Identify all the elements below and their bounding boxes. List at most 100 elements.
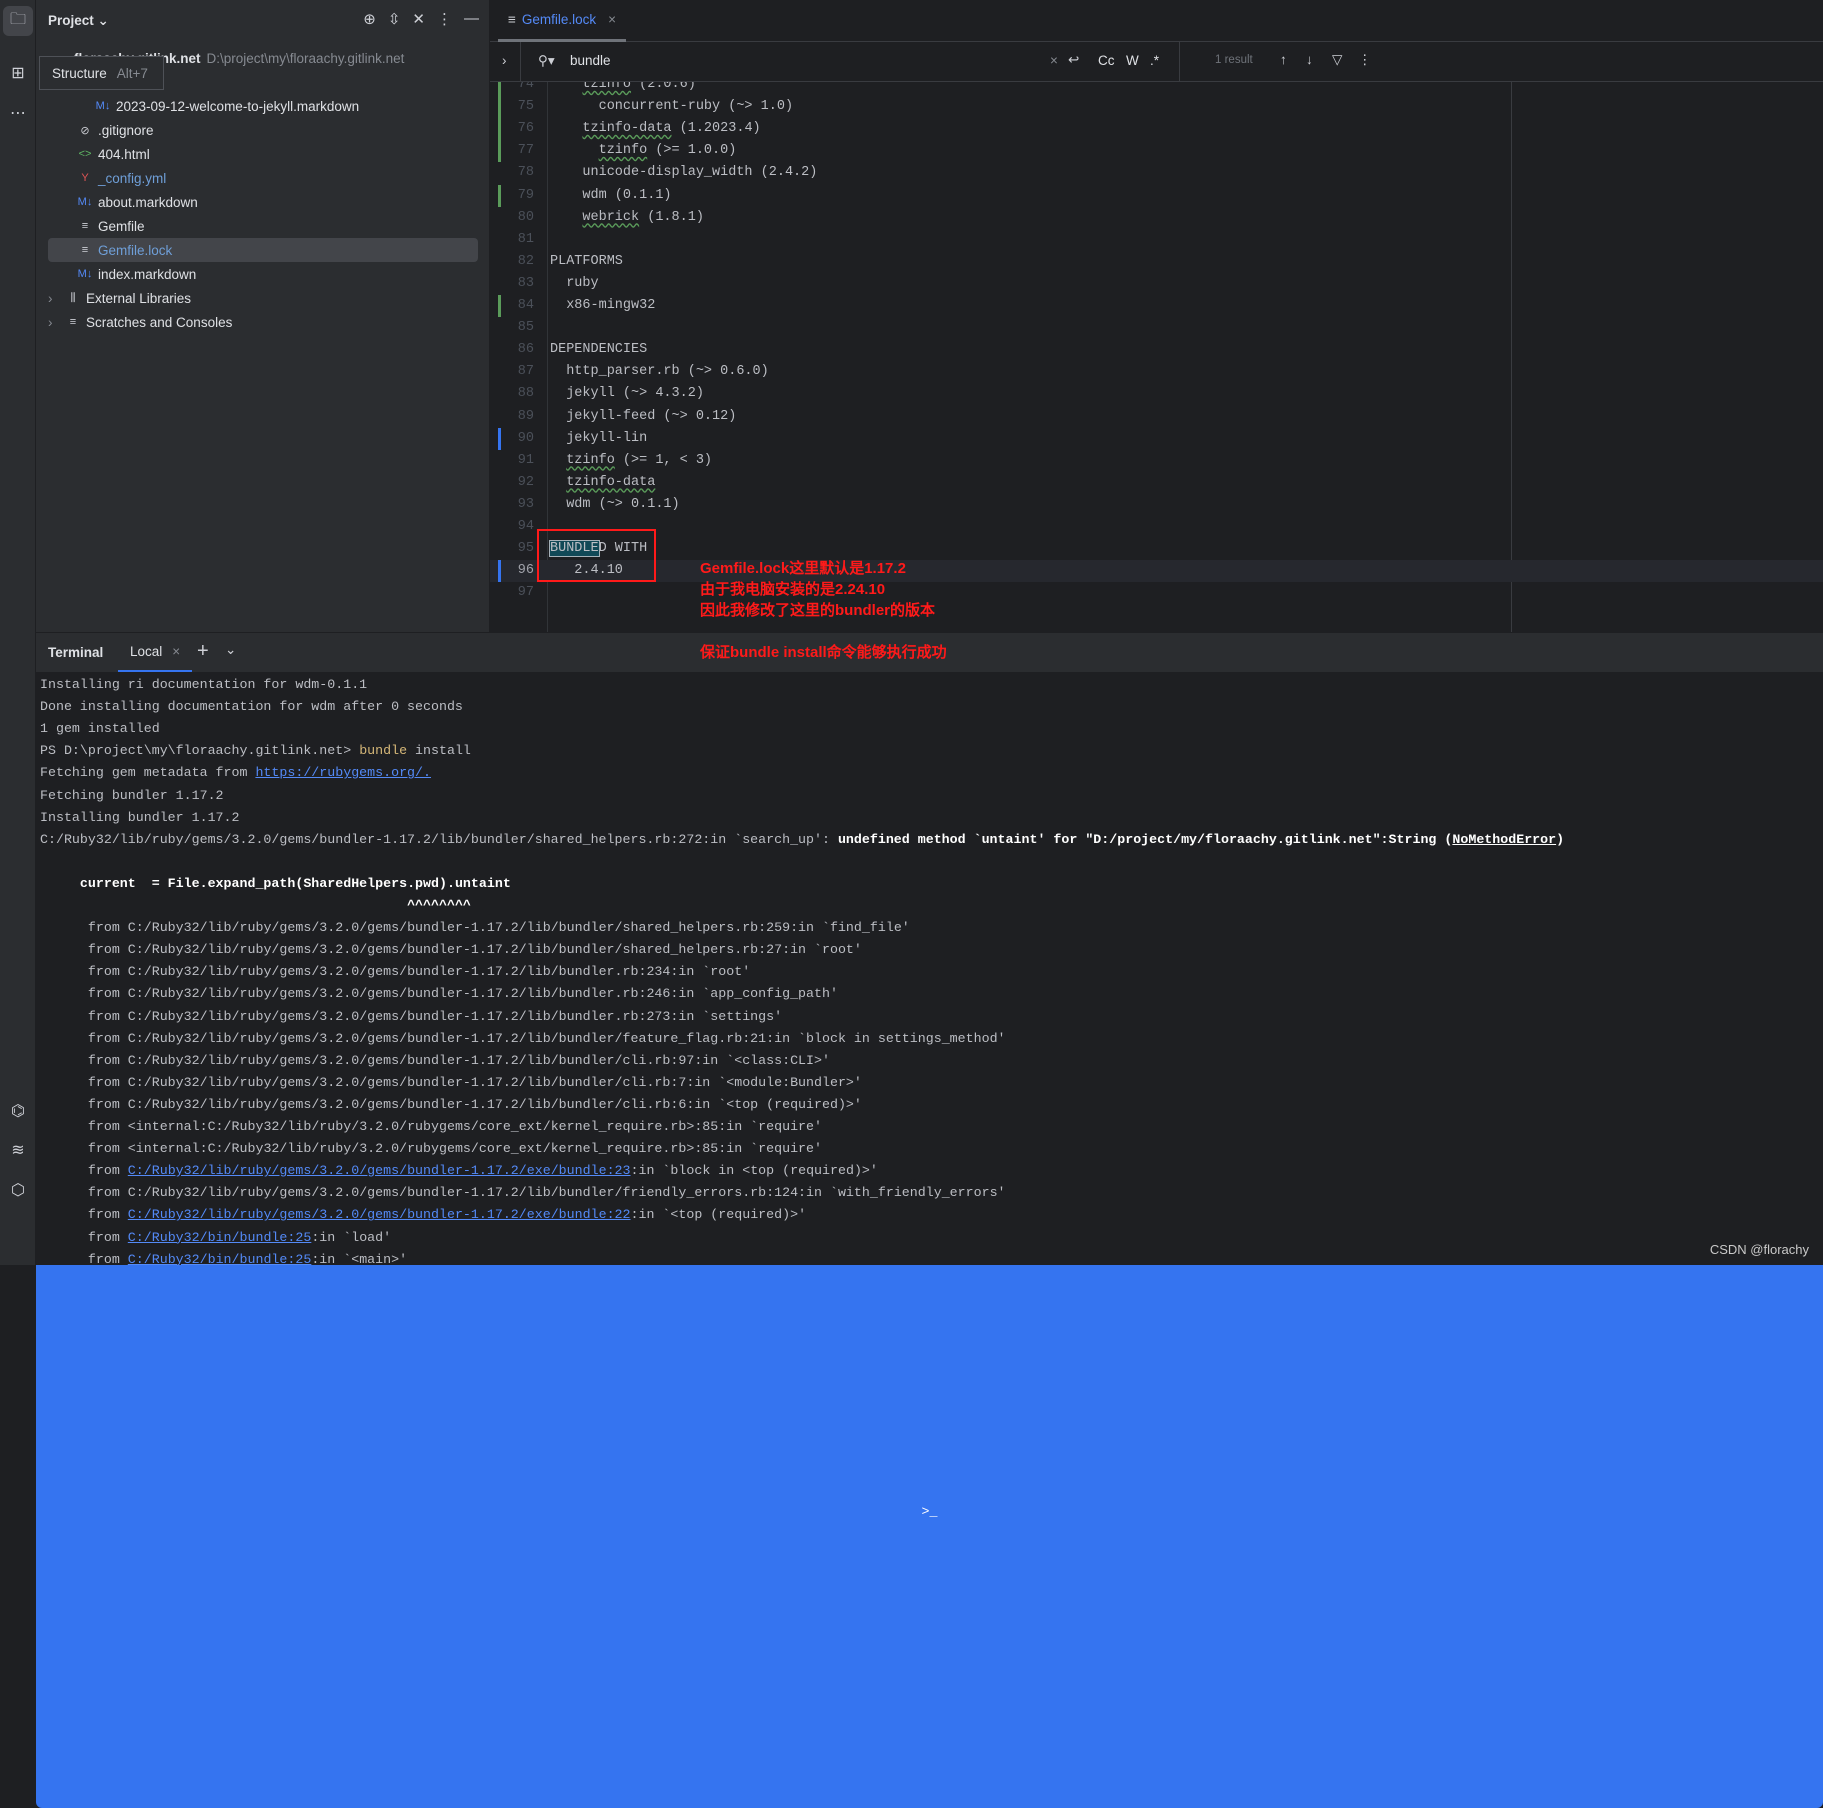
text-segment: Fetching gem metadata from	[40, 765, 256, 781]
code-line[interactable]: 85	[490, 317, 1823, 339]
tree-item[interactable]: M↓ index.markdown	[48, 262, 478, 286]
search-icon[interactable]: ⚲▾	[538, 53, 555, 69]
terminal-line: Fetching bundler 1.17.2	[40, 785, 224, 807]
annotation-box	[537, 529, 656, 582]
terminal-output[interactable]: Installing ri documentation for wdm-0.1.…	[36, 672, 1823, 1267]
match-case-toggle[interactable]: Cc	[1098, 53, 1115, 68]
text-segment: (>= 1.0.0)	[647, 143, 737, 159]
regex-toggle[interactable]: .*	[1150, 53, 1159, 68]
code-text: tzinfo-data (1.2023.4)	[550, 118, 761, 140]
line-number: 75	[517, 99, 534, 115]
code-line[interactable]: 76 tzinfo-data (1.2023.4)	[490, 118, 1823, 141]
code-line[interactable]: 89 jekyll-feed (~> 0.12)	[490, 406, 1823, 428]
code-line[interactable]: 87 http_parser.rb (~> 0.6.0)	[490, 361, 1823, 383]
code-line[interactable]: 97	[490, 582, 1823, 604]
text-segment	[550, 475, 566, 490]
code-line[interactable]: 84 x86-mingw32	[490, 295, 1823, 317]
code-line[interactable]: 94	[490, 516, 1823, 538]
code-line[interactable]: 88 jekyll (~> 4.3.2)	[490, 383, 1823, 405]
tab-local[interactable]: Local ×	[118, 633, 193, 673]
code-line[interactable]: 91 tzinfo (>= 1, < 3)	[490, 450, 1823, 472]
tree-item[interactable]: M↓ 2023-09-12-welcome-to-jekyll.markdown	[48, 94, 478, 118]
more-icon[interactable]: ⋯	[3, 98, 33, 128]
tab-gemfile-lock[interactable]: ≡ Gemfile.lock ×	[498, 0, 627, 42]
terminal-link[interactable]: https://rubygems.org/.	[255, 765, 431, 780]
locate-icon[interactable]: ⊕	[363, 10, 376, 28]
code-line[interactable]: 83 ruby	[490, 273, 1823, 295]
text-segment: 1 gem installed	[40, 721, 160, 737]
options-icon[interactable]: ⋮	[437, 10, 452, 28]
code-line[interactable]: 82 PLATFORMS	[490, 251, 1823, 273]
tree-item[interactable]: › ⫼ External Libraries	[48, 286, 478, 310]
code-editor[interactable]: 74 tzinfo (2.0.6) 75 concurrent-ruby (~> …	[490, 82, 1823, 632]
chevron-right-icon[interactable]: ›	[48, 291, 64, 306]
expand-replace-icon[interactable]: ›	[502, 53, 507, 68]
text-segment: from <internal:C:/Ruby32/lib/ruby/3.2.0/…	[40, 1119, 822, 1134]
tree-item[interactable]: › ≡ Scratches and Consoles	[48, 310, 478, 334]
code-line[interactable]: 81	[490, 229, 1823, 251]
terminal-link[interactable]: C:/Ruby32/lib/ruby/gems/3.2.0/gems/bundl…	[128, 1163, 631, 1178]
tree-item[interactable]: M↓ about.markdown	[48, 190, 478, 214]
clear-search-icon[interactable]: ×	[1050, 53, 1058, 68]
text-segment: install	[407, 743, 471, 759]
tree-item[interactable]: ≡ Gemfile	[48, 214, 478, 238]
code-line[interactable]: 74 tzinfo (2.0.6)	[490, 82, 1823, 96]
python-icon[interactable]: ⌬	[3, 1096, 33, 1126]
tree-item[interactable]: ≡ Gemfile.lock	[48, 238, 478, 262]
project-title[interactable]: Project ⌄	[48, 13, 109, 29]
collapse-all-icon[interactable]: ✕	[412, 10, 425, 28]
code-line[interactable]: 96 2.4.10	[490, 560, 1823, 583]
structure-icon[interactable]: ⊞	[3, 58, 33, 88]
text-segment: PS D:\project\my\floraachy.gitlink.net>	[40, 743, 360, 759]
text-segment: from C:/Ruby32/lib/ruby/gems/3.2.0/gems/…	[40, 964, 751, 980]
text-segment: (1.2023.4)	[671, 121, 761, 137]
tree-item[interactable]: Y _config.yml	[48, 166, 478, 190]
terminal-link[interactable]: C:/Ruby32/lib/ruby/gems/3.2.0/gems/bundl…	[128, 1207, 631, 1222]
terminal-link[interactable]: C:/Ruby32/bin/bundle:25	[128, 1230, 312, 1245]
more-options-icon[interactable]: ⋮	[1358, 52, 1372, 68]
folder-icon[interactable]: 🗀	[3, 6, 33, 36]
code-line[interactable]: 95 BUNDLED WITH	[490, 538, 1823, 560]
project-panel: Project ⌄ ⊕ ⇳ ✕ ⋮ — floraachy.gitlink.ne…	[36, 0, 490, 632]
previous-occurrence-icon[interactable]: ↑	[1280, 52, 1287, 67]
terminal-line: 1 gem installed	[40, 718, 160, 740]
terminal-icon[interactable]: >_	[36, 1215, 1823, 1808]
terminal-line: PS D:\project\my\floraachy.gitlink.net> …	[40, 740, 471, 762]
tree-item[interactable]: <> 404.html	[48, 142, 478, 166]
text-segment: Done installing documentation for wdm af…	[40, 699, 463, 715]
search-input[interactable]: bundle	[570, 53, 611, 68]
chevron-down-icon[interactable]: ⌄	[225, 642, 236, 658]
code-text: jekyll (~> 4.3.2)	[550, 383, 704, 405]
new-line-icon[interactable]: ↩	[1068, 52, 1079, 68]
layers-icon[interactable]: ≋	[3, 1135, 33, 1165]
expand-all-icon[interactable]: ⇳	[388, 10, 401, 28]
tree-item[interactable]: ⊘ .gitignore	[48, 118, 478, 142]
code-line[interactable]: 75 concurrent-ruby (~> 1.0)	[490, 96, 1823, 119]
filter-icon[interactable]: ▽	[1332, 52, 1342, 68]
text-segment: tzinfo-data	[582, 121, 672, 137]
tree-item-label: 404.html	[98, 146, 150, 162]
code-line[interactable]: 92 tzinfo-data	[490, 472, 1823, 494]
code-line[interactable]: 90 jekyll-lin	[490, 427, 1823, 450]
code-line[interactable]: 86 DEPENDENCIES	[490, 339, 1823, 361]
code-line[interactable]: 77 tzinfo (>= 1.0.0)	[490, 140, 1823, 163]
code-line[interactable]: 93 wdm (~> 0.1.1)	[490, 494, 1823, 516]
new-terminal-icon[interactable]: +	[197, 640, 209, 663]
tool-window-strip: 🗀 ⊞ ⋯ ⌬ ≋ ⬡ >_	[0, 0, 1823, 1808]
line-number: 89	[517, 408, 534, 424]
text-segment: :in `load'	[311, 1229, 392, 1245]
close-icon[interactable]: ×	[172, 644, 180, 659]
whole-words-toggle[interactable]: W	[1126, 53, 1139, 68]
text-segment: Fetching bundler 1.17.2	[40, 787, 224, 803]
code-line[interactable]: 78 unicode-display_width (2.4.2)	[490, 162, 1823, 184]
terminal-line: from C:/Ruby32/bin/bundle:25:in `load'	[40, 1227, 391, 1249]
minimize-icon[interactable]: —	[464, 10, 479, 28]
code-line[interactable]: 79 wdm (0.1.1)	[490, 184, 1823, 207]
close-icon[interactable]: ×	[608, 12, 616, 27]
next-occurrence-icon[interactable]: ↓	[1306, 52, 1313, 67]
terminal-link[interactable]: C:/Ruby32/bin/bundle:25	[128, 1252, 312, 1267]
run-icon[interactable]: ⬡	[3, 1175, 33, 1205]
chevron-right-icon[interactable]: ›	[48, 315, 64, 330]
text-segment: from C:/Ruby32/lib/ruby/gems/3.2.0/gems/…	[40, 942, 862, 958]
code-line[interactable]: 80 webrick (1.8.1)	[490, 207, 1823, 229]
